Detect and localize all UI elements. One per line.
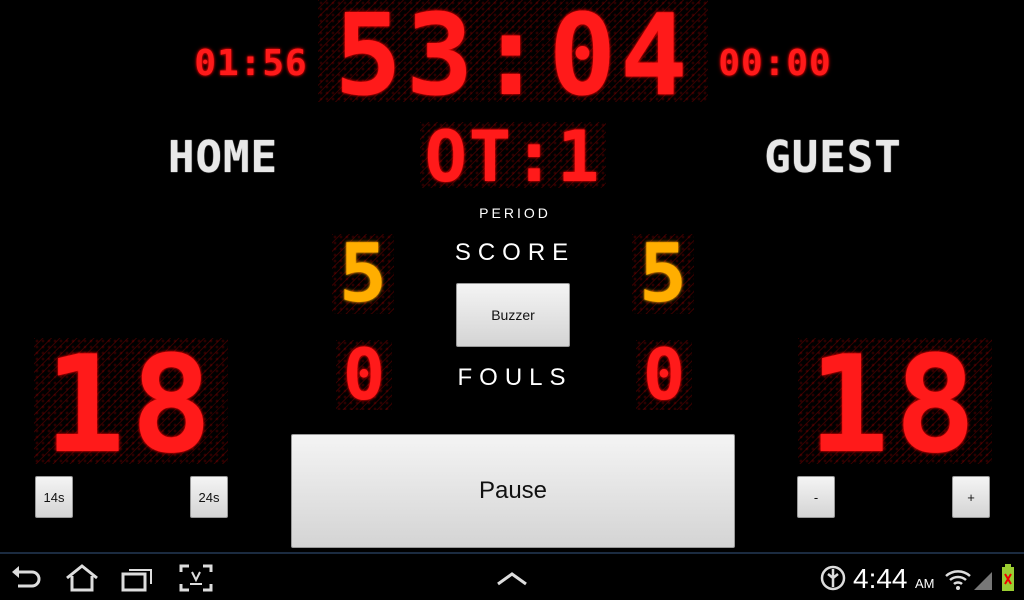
back-icon[interactable] [8,562,44,594]
left-clock[interactable]: 01:56 [192,46,310,86]
right-clock[interactable]: 00:00 [716,46,834,86]
guest-shot-clock[interactable]: 18 [798,338,992,472]
game-clock[interactable]: 53:04 [318,0,708,112]
guest-team-label[interactable]: GUEST [758,136,908,182]
home-team-label[interactable]: HOME [148,136,298,182]
shot-24s-button[interactable]: 24s [190,476,228,518]
signal-icon [972,562,994,594]
recent-apps-icon[interactable] [120,562,156,594]
plus-button[interactable]: + [952,476,990,518]
scoreboard-screen: 01:56 53:04 00:00 HOME OT:1 GUEST PERIOD… [0,0,1024,600]
shot-14s-button[interactable]: 14s [35,476,73,518]
period-value[interactable]: OT:1 [420,122,606,192]
home-icon[interactable] [64,562,100,594]
period-label: PERIOD [479,205,551,221]
guest-fouls[interactable]: 0 [636,340,692,410]
battery-icon [998,562,1018,594]
system-navigation-bar: 4:44 AM [0,552,1024,600]
fouls-label: FOULS [457,364,573,391]
status-ampm: AM [915,576,935,591]
buzzer-button[interactable]: Buzzer [456,283,570,347]
up-chevron-icon[interactable] [494,562,530,594]
home-fouls[interactable]: 0 [336,340,392,410]
score-label: SCORE [454,239,576,266]
home-shot-clock[interactable]: 18 [34,338,228,472]
usb-debug-icon [818,562,848,594]
screenshot-icon[interactable] [178,562,214,594]
minus-button[interactable]: - [797,476,835,518]
pause-button[interactable]: Pause [291,434,735,548]
wifi-icon [944,562,972,594]
home-score[interactable]: 5 [332,234,394,314]
guest-score[interactable]: 5 [632,234,694,314]
status-time: 4:44 [853,563,908,594]
